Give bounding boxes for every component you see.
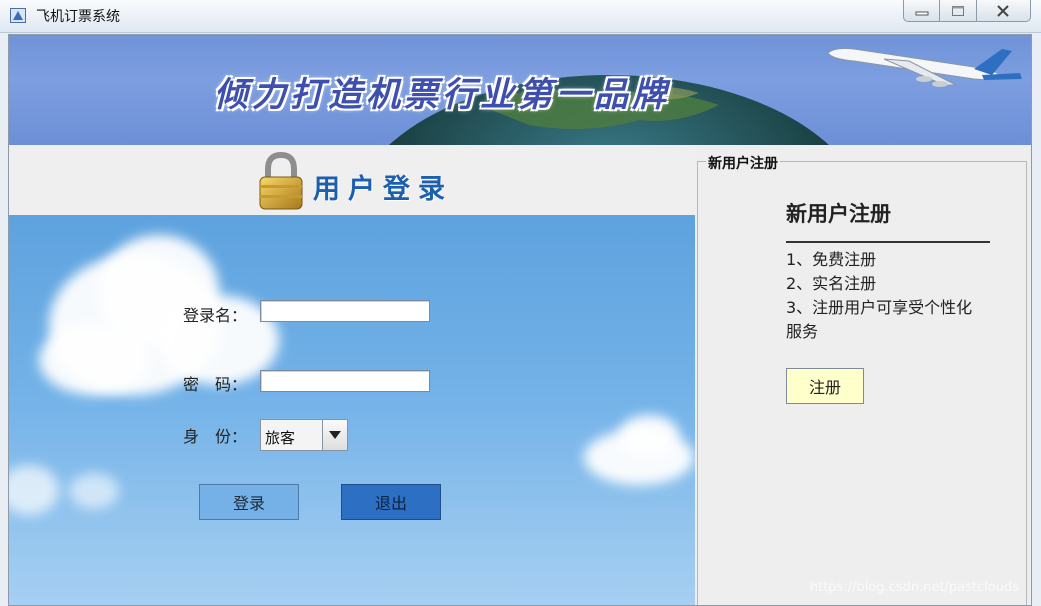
app-icon	[10, 8, 26, 23]
exit-button[interactable]: 退出	[341, 484, 441, 520]
close-icon	[997, 4, 1010, 17]
maximize-button[interactable]	[940, 0, 977, 21]
window-controls	[903, 0, 1031, 22]
login-header: 用户登录	[9, 145, 695, 215]
role-select-value: 旅客	[265, 429, 296, 447]
username-input[interactable]	[260, 300, 430, 322]
divider	[786, 241, 990, 243]
register-button[interactable]: 注册	[786, 368, 864, 404]
cloud-decoration	[69, 473, 119, 509]
banner-slogan: 倾力打造机票行业第一品牌	[214, 75, 670, 115]
role-select[interactable]: 旅客	[260, 419, 348, 451]
cloud-decoration	[619, 415, 679, 455]
window-title: 飞机订票系统	[36, 9, 120, 25]
login-button[interactable]: 登录	[199, 484, 299, 520]
register-group: 新用户注册 新用户注册 1、免费注册 2、实名注册 3、注册用户可享受个性化 服…	[697, 153, 1027, 605]
username-label: 登录名：	[183, 306, 248, 325]
title-bar[interactable]: 飞机订票系统	[0, 0, 1041, 33]
register-group-title: 新用户注册	[706, 153, 780, 173]
close-button[interactable]	[977, 0, 1030, 21]
password-input[interactable]	[260, 370, 430, 392]
login-panel: 登录名： 密 码： 身 份： 旅客 登录 退出	[9, 215, 695, 605]
register-heading: 新用户注册	[786, 202, 891, 226]
minimize-button[interactable]	[904, 0, 941, 21]
register-benefit-item: 3、注册用户可享受个性化	[786, 298, 973, 317]
register-benefit-item: 1、免费注册	[786, 250, 877, 269]
airplane-image	[827, 48, 1022, 87]
cloud-decoration	[9, 465, 59, 515]
cloud-decoration	[39, 325, 149, 395]
password-label: 密 码：	[183, 375, 248, 394]
register-benefit-item: 服务	[786, 322, 819, 341]
register-benefit-item: 2、实名注册	[786, 274, 877, 293]
minimize-icon	[915, 11, 929, 15]
window-content: 倾力打造机票行业第一品牌 用户登录 登录名： 密 码： 身 份： 旅客 登录 退…	[8, 34, 1032, 606]
role-label: 身 份：	[183, 427, 248, 446]
maximize-icon	[952, 5, 965, 16]
banner: 倾力打造机票行业第一品牌	[9, 35, 1031, 145]
lock-icon	[259, 151, 303, 210]
watermark: https://blog.csdn.net/pastclouds	[809, 580, 1019, 595]
dropdown-arrow-button[interactable]	[322, 420, 347, 450]
login-title: 用户登录	[313, 174, 453, 205]
chevron-down-icon	[329, 431, 341, 439]
